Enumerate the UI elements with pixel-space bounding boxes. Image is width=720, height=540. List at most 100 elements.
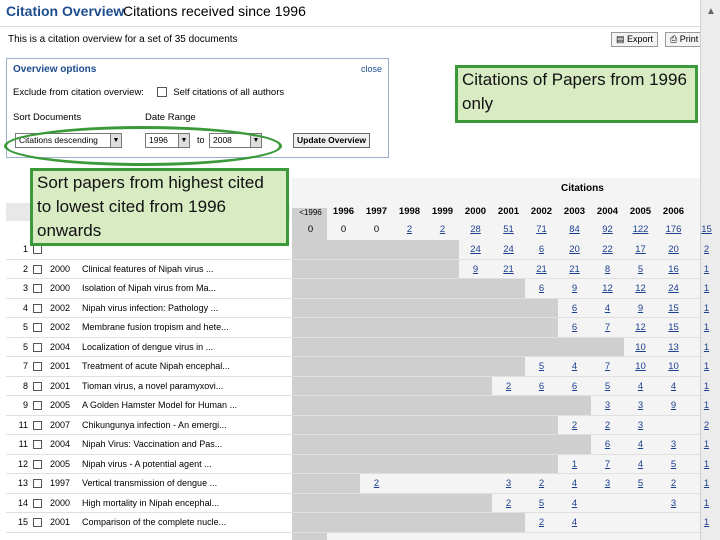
citation-count-link[interactable]: 7 xyxy=(591,361,624,372)
citation-count-link[interactable]: 1 xyxy=(690,283,720,294)
row-checkbox[interactable] xyxy=(33,284,42,293)
citation-count-link[interactable]: 6 xyxy=(558,322,591,333)
citation-count-link[interactable]: 6 xyxy=(525,283,558,294)
row-title-link[interactable]: A Golden Hamster Model for Human ... xyxy=(82,400,237,410)
citation-count-link[interactable]: 10 xyxy=(624,342,657,353)
citation-count-link[interactable]: 12 xyxy=(624,283,657,294)
citation-count-link[interactable]: 3 xyxy=(624,400,657,411)
row-title-link[interactable]: Chikungunya infection - An emergi... xyxy=(82,420,227,430)
citation-count-link[interactable]: 7 xyxy=(591,322,624,333)
row-title-link[interactable]: Nipah virus - A potential agent ... xyxy=(82,459,212,469)
citation-count-link[interactable]: 5 xyxy=(525,498,558,509)
row-title-link[interactable]: Tioman virus, a novel paramyxovi... xyxy=(82,381,223,391)
citation-count-link[interactable]: 3 xyxy=(591,478,624,489)
row-title-link[interactable]: Nipah Virus: Vaccination and Pas... xyxy=(82,439,222,449)
citation-count-link[interactable]: 2 xyxy=(525,517,558,528)
citation-count-link[interactable]: 2 xyxy=(690,244,720,255)
row-title-link[interactable]: Comparison of the complete nucle... xyxy=(82,517,226,527)
total-cell[interactable]: 28 xyxy=(459,224,492,235)
citation-count-link[interactable]: 8 xyxy=(591,264,624,275)
options-close-link[interactable]: close xyxy=(361,64,382,74)
citation-count-link[interactable]: 20 xyxy=(558,244,591,255)
citation-count-link[interactable]: 1 xyxy=(690,303,720,314)
citation-count-link[interactable]: 24 xyxy=(492,244,525,255)
citation-count-link[interactable]: 1 xyxy=(690,342,720,353)
citation-count-link[interactable]: 10 xyxy=(657,361,690,372)
citation-count-link[interactable]: 4 xyxy=(558,498,591,509)
scroll-up-icon[interactable]: ▲ xyxy=(706,6,716,17)
row-title-link[interactable]: Nipah virus infection: Pathology ... xyxy=(82,303,218,313)
row-checkbox[interactable] xyxy=(33,420,42,430)
row-checkbox[interactable] xyxy=(33,459,42,469)
row-checkbox[interactable] xyxy=(33,303,42,313)
citation-count-link[interactable]: 2 xyxy=(591,420,624,431)
citation-count-link[interactable]: 1 xyxy=(690,400,720,411)
citation-count-link[interactable]: 1 xyxy=(690,361,720,372)
citation-count-link[interactable]: 2 xyxy=(525,478,558,489)
citation-count-link[interactable]: 13 xyxy=(657,342,690,353)
citation-count-link[interactable]: 1 xyxy=(690,264,720,275)
citation-count-link[interactable]: 1 xyxy=(690,459,720,470)
citation-count-link[interactable]: 21 xyxy=(492,264,525,275)
citation-count-link[interactable]: 4 xyxy=(558,478,591,489)
citation-count-link[interactable]: 5 xyxy=(657,459,690,470)
row-title-link[interactable]: Vertical transmission of dengue ... xyxy=(82,478,217,488)
citation-count-link[interactable]: 6 xyxy=(525,381,558,392)
citation-count-link[interactable]: 3 xyxy=(657,439,690,450)
row-checkbox[interactable] xyxy=(33,440,42,449)
citation-count-link[interactable]: 3 xyxy=(591,400,624,411)
row-title-link[interactable]: Treatment of acute Nipah encephal... xyxy=(82,361,230,371)
citation-count-link[interactable]: 5 xyxy=(591,381,624,392)
self-citations-checkbox[interactable] xyxy=(156,87,167,98)
citation-count-link[interactable]: 21 xyxy=(525,264,558,275)
total-cell[interactable]: 84 xyxy=(558,224,591,235)
total-cell[interactable]: 92 xyxy=(591,224,624,235)
total-cell[interactable]: 51 xyxy=(492,224,525,235)
row-title-link[interactable]: High mortality in Nipah encephal... xyxy=(82,498,219,508)
citation-count-link[interactable]: 1 xyxy=(690,478,720,489)
row-title-link[interactable]: Localization of dengue virus in ... xyxy=(82,342,213,352)
citation-count-link[interactable]: 16 xyxy=(657,264,690,275)
citation-count-link[interactable]: 3 xyxy=(657,498,690,509)
row-checkbox[interactable] xyxy=(33,479,42,488)
row-checkbox[interactable] xyxy=(33,362,42,371)
citation-count-link[interactable]: 1 xyxy=(558,459,591,470)
row-checkbox[interactable] xyxy=(33,323,42,332)
update-overview-button[interactable]: Update Overview xyxy=(293,133,370,148)
citation-count-link[interactable]: 9 xyxy=(657,400,690,411)
citation-count-link[interactable]: 7 xyxy=(591,459,624,470)
row-title-link[interactable]: Clinical features of Nipah virus ... xyxy=(82,264,214,274)
citation-count-link[interactable]: 21 xyxy=(558,264,591,275)
total-cell[interactable]: 2 xyxy=(426,224,459,235)
citation-count-link[interactable]: 4 xyxy=(657,381,690,392)
row-checkbox[interactable] xyxy=(33,498,42,508)
citation-count-link[interactable]: 4 xyxy=(624,459,657,470)
citation-count-link[interactable]: 5 xyxy=(624,478,657,489)
citation-count-link[interactable]: 1 xyxy=(690,498,720,509)
citation-count-link[interactable]: 12 xyxy=(624,322,657,333)
citation-count-link[interactable]: 1 xyxy=(690,439,720,450)
total-cell[interactable]: 2 xyxy=(393,224,426,235)
citation-count-link[interactable]: 5 xyxy=(624,264,657,275)
citation-count-link[interactable]: 24 xyxy=(459,244,492,255)
row-title-link[interactable]: Membrane fusion tropism and hete... xyxy=(82,322,229,332)
citation-count-link[interactable]: 9 xyxy=(459,264,492,275)
total-cell[interactable]: 71 xyxy=(525,224,558,235)
citation-count-link[interactable]: 4 xyxy=(591,303,624,314)
citation-count-link[interactable]: 6 xyxy=(558,381,591,392)
citation-count-link[interactable]: 24 xyxy=(657,283,690,294)
citation-count-link[interactable]: 2 xyxy=(657,478,690,489)
citation-count-link[interactable]: 15 xyxy=(657,303,690,314)
citation-count-link[interactable]: 6 xyxy=(558,303,591,314)
citation-count-link[interactable]: 9 xyxy=(624,303,657,314)
row-checkbox[interactable] xyxy=(33,401,42,410)
citation-count-link[interactable]: 6 xyxy=(591,439,624,450)
citation-count-link[interactable]: 1 xyxy=(690,322,720,333)
citation-count-link[interactable]: 2 xyxy=(492,498,525,509)
total-cell[interactable]: 176 xyxy=(657,224,690,235)
row-checkbox[interactable] xyxy=(33,381,42,391)
row-checkbox[interactable] xyxy=(33,245,42,254)
citation-count-link[interactable]: 4 xyxy=(624,381,657,392)
total-cell[interactable]: 122 xyxy=(624,224,657,235)
citation-count-link[interactable]: 15 xyxy=(657,322,690,333)
